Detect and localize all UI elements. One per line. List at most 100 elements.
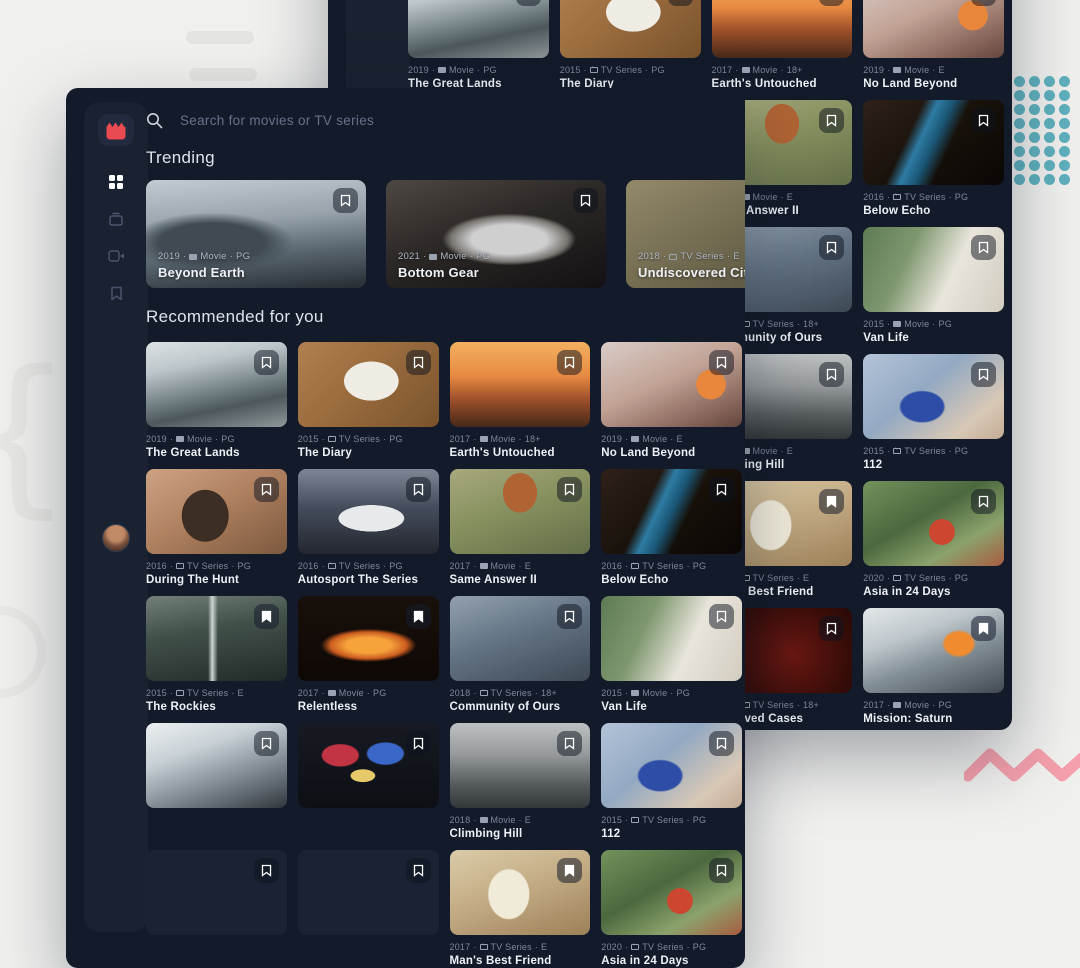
movie-card[interactable]: 2015·Movie·PGVan Life	[863, 227, 1004, 344]
movie-card[interactable]: 2017·Movie·PGMission: Saturn	[863, 608, 1004, 725]
movie-thumbnail	[601, 723, 742, 808]
bookmark-button[interactable]	[819, 616, 844, 641]
tv-type-icon	[893, 575, 901, 581]
search-input[interactable]	[178, 112, 538, 129]
bookmark-button[interactable]	[709, 604, 734, 629]
sidebar-item-movies[interactable]	[104, 244, 128, 268]
bookmark-button[interactable]	[254, 350, 279, 375]
bookmark-button[interactable]	[557, 731, 582, 756]
movie-card[interactable]: 2019·Movie·PGThe Great Lands	[146, 342, 287, 459]
bookmark-button[interactable]	[971, 616, 996, 641]
bookmark-button[interactable]	[406, 731, 431, 756]
dot	[1044, 118, 1055, 129]
bookmark-button[interactable]	[971, 108, 996, 133]
movie-card[interactable]	[146, 723, 287, 840]
bookmark-button[interactable]	[406, 858, 431, 883]
movie-card[interactable]: 2020·TV Series·PGAsia in 24 Days	[601, 850, 742, 967]
movie-card[interactable]: 2016·TV Series·PGAutosport The Series	[298, 469, 439, 586]
movie-card[interactable]: 2018·TV Series·18+Community of Ours	[450, 596, 591, 713]
sidebar-item-saved[interactable]	[104, 281, 128, 305]
movie-thumbnail	[450, 596, 591, 681]
app-logo[interactable]	[98, 114, 134, 146]
movie-meta: 2015·TV Series·PG	[601, 815, 742, 825]
bookmark-button[interactable]	[709, 731, 734, 756]
bookmark-button[interactable]	[406, 477, 431, 502]
movie-card[interactable]: 2015·TV Series·PG112	[863, 354, 1004, 471]
bookmark-button[interactable]	[819, 0, 844, 6]
bookmark-button[interactable]	[573, 188, 598, 213]
movie-type-icon	[893, 702, 901, 708]
movie-meta: 2019·Movie·E	[863, 65, 1004, 75]
bookmark-button[interactable]	[254, 604, 279, 629]
movie-card[interactable]: 2015·TV Series·PGThe Diary	[560, 0, 701, 90]
bookmark-button[interactable]	[333, 188, 358, 213]
movie-thumbnail	[560, 0, 701, 58]
movie-card[interactable]: 2019·Movie·PGThe Great Lands	[408, 0, 549, 90]
bookmark-button[interactable]	[557, 350, 582, 375]
bookmark-button[interactable]	[406, 350, 431, 375]
movie-title: Asia in 24 Days	[863, 586, 1004, 598]
movie-thumbnail	[450, 850, 591, 935]
bookmark-button[interactable]	[254, 858, 279, 883]
bookmark-button[interactable]	[971, 489, 996, 514]
bookmark-icon	[564, 483, 575, 496]
movie-card[interactable]: 2016·TV Series·PGDuring The Hunt	[146, 469, 287, 586]
movie-title: Van Life	[601, 701, 742, 713]
movie-card[interactable]: 2015·Movie·PGVan Life	[601, 596, 742, 713]
movie-card[interactable]: 2017·TV Series·EMan's Best Friend	[450, 850, 591, 967]
dot	[1059, 146, 1070, 157]
movie-card[interactable]: 2017·Movie·ESame Answer II	[450, 469, 591, 586]
movie-card[interactable]: 2015·TV Series·EThe Rockies	[146, 596, 287, 713]
movie-card[interactable]	[146, 850, 287, 967]
bookmark-button[interactable]	[709, 350, 734, 375]
movie-card[interactable]: 2019·Movie·ENo Land Beyond	[601, 342, 742, 459]
sidebar-item-home[interactable]	[104, 170, 128, 194]
movie-card[interactable]: 2017·Movie·PGRelentless	[298, 596, 439, 713]
movie-card[interactable]: 2016·TV Series·PGBelow Echo	[601, 469, 742, 586]
bookmark-button[interactable]	[557, 604, 582, 629]
movie-meta: 2015·TV Series·E	[146, 688, 287, 698]
bookmark-button[interactable]	[971, 362, 996, 387]
movie-card[interactable]: 2017·Movie·18+Earth's Untouched	[450, 342, 591, 459]
movie-card[interactable]: 2017·Movie·18+Earth's Untouched	[712, 0, 853, 90]
bookmark-icon	[110, 286, 123, 301]
bookmark-button[interactable]	[254, 477, 279, 502]
bookmark-button[interactable]	[516, 0, 541, 6]
bookmark-button[interactable]	[971, 235, 996, 260]
bookmark-button[interactable]	[254, 731, 279, 756]
movie-card[interactable]: 2018·Movie·EClimbing Hill	[450, 723, 591, 840]
bookmark-button[interactable]	[819, 235, 844, 260]
movie-card[interactable]: 2021·Movie·PGBottom Gear	[386, 180, 606, 288]
dot	[1059, 160, 1070, 171]
sidebar-item-collections[interactable]	[104, 207, 128, 231]
movie-title: 112	[601, 828, 742, 840]
movie-card[interactable]: 2015·TV Series·PGThe Diary	[298, 342, 439, 459]
movie-card[interactable]: 2020·TV Series·PGAsia in 24 Days	[863, 481, 1004, 598]
movie-card[interactable]	[298, 723, 439, 840]
bookmark-button[interactable]	[709, 858, 734, 883]
movie-meta: 2016·TV Series·PG	[601, 561, 742, 571]
movie-meta: 2017·Movie·PG	[298, 688, 439, 698]
bookmark-button[interactable]	[819, 108, 844, 133]
movie-thumbnail: 2019·Movie·PGBeyond Earth	[146, 180, 366, 288]
bookmark-button[interactable]	[557, 858, 582, 883]
movie-card[interactable]: 2019·Movie·ENo Land Beyond	[863, 0, 1004, 90]
movie-card[interactable]: 2019·Movie·PGBeyond Earth	[146, 180, 366, 288]
bookmark-button[interactable]	[406, 604, 431, 629]
bookmark-button[interactable]	[668, 0, 693, 6]
bookmark-button[interactable]	[819, 362, 844, 387]
search-icon	[146, 112, 163, 129]
movie-card[interactable]: 2018·TV Series·EUndiscovered Cities	[626, 180, 745, 288]
sidebar	[84, 102, 148, 932]
bookmark-button[interactable]	[709, 477, 734, 502]
bookmark-button[interactable]	[971, 0, 996, 6]
movie-title: Asia in 24 Days	[601, 955, 742, 967]
movie-thumbnail	[450, 342, 591, 427]
movie-card[interactable]: 2015·TV Series·PG 112	[601, 723, 742, 840]
bookmark-button[interactable]	[557, 477, 582, 502]
bookmark-button[interactable]	[819, 489, 844, 514]
movie-card[interactable]	[298, 850, 439, 967]
user-avatar[interactable]	[102, 524, 130, 552]
movie-type-icon	[893, 321, 901, 327]
movie-card[interactable]: 2016·TV Series·PGBelow Echo	[863, 100, 1004, 217]
